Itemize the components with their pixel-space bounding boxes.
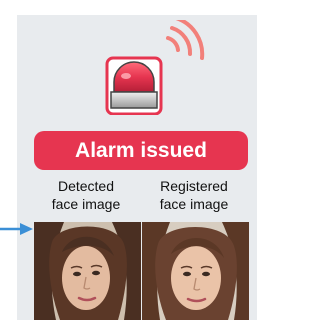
alarm-issued-label: Alarm issued: [75, 139, 207, 162]
right-arrow-icon: [0, 223, 33, 235]
registered-caption-line1: Registered: [160, 178, 228, 194]
registered-face-photo: [142, 222, 249, 320]
registered-caption-line2: face image: [159, 196, 229, 212]
detected-caption-line2: face image: [51, 196, 121, 212]
signal-waves-icon: [166, 20, 205, 60]
illustration-canvas: Alarm issued Detected face image Registe…: [0, 0, 272, 320]
alarm-issued-badge: Alarm issued: [34, 131, 248, 170]
detected-caption-line1: Detected: [57, 178, 115, 194]
alarm-siren-icon: [105, 20, 205, 115]
registered-face-caption: Registered face image: [141, 177, 247, 213]
detected-face-photo: [34, 222, 141, 320]
detected-face-caption: Detected face image: [33, 177, 139, 213]
